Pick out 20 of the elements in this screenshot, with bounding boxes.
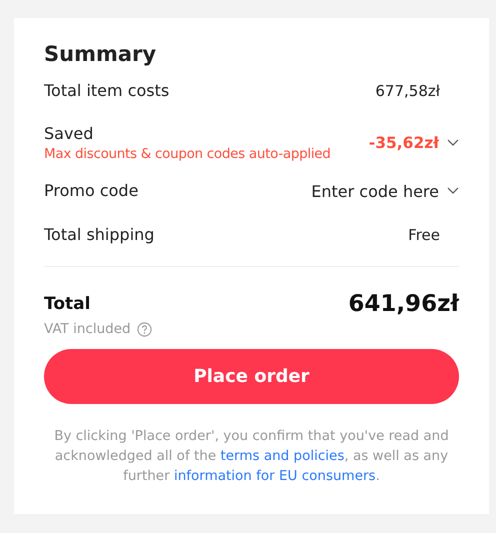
summary-title: Summary — [44, 41, 158, 68]
row-value: 677,58zł — [375, 82, 440, 100]
row-label: Promo code — [44, 180, 138, 202]
chevron-icon[interactable] — [447, 187, 459, 195]
row-label: Saved — [44, 123, 94, 145]
policy-link[interactable]: terms and policies — [220, 448, 344, 464]
discount-note: Max discounts & coupon codes auto-applied — [44, 145, 331, 163]
row-label: Total item costs — [44, 80, 170, 102]
row-value: Free — [408, 226, 440, 244]
policy-link[interactable]: information for EU consumers — [174, 468, 376, 484]
discount-value: -35,62zł — [368, 134, 439, 152]
row-label: Total shipping — [44, 224, 154, 246]
chevron-icon[interactable] — [447, 139, 459, 147]
disclaimer-text: By clicking 'Place order', you confirm that you've read and acknowledged all of the terms and policies, as well as any further information for EU consumers. — [53, 427, 450, 486]
promo-code-button[interactable]: Enter code here — [311, 182, 439, 200]
help-icon[interactable] — [136, 322, 152, 336]
vat-note: VAT included — [44, 321, 131, 337]
total-value: 641,96zł — [348, 291, 459, 317]
total-label: Total — [44, 294, 90, 314]
place-order-button[interactable]: Place order — [44, 349, 459, 404]
